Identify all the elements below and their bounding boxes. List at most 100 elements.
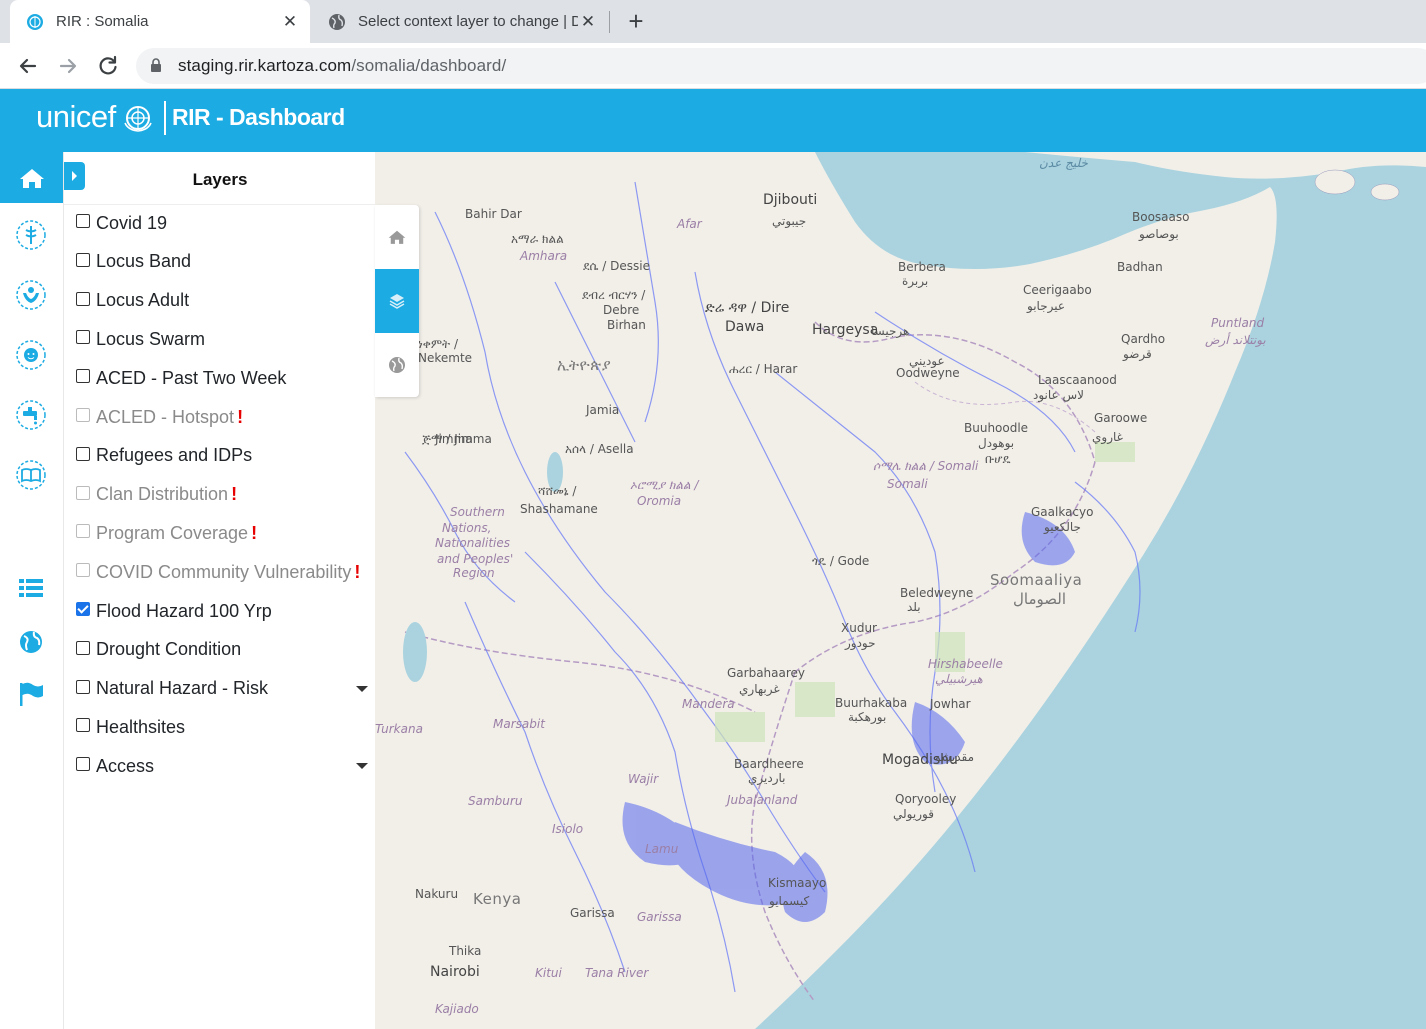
map-place-label: ኦሮሚያ ክልል / bbox=[630, 478, 699, 492]
map-place-label: Somali bbox=[887, 477, 928, 491]
map-place-label: عوديني bbox=[909, 354, 945, 368]
layer-checkbox[interactable] bbox=[76, 757, 90, 772]
layer-label: Locus Swarm bbox=[96, 328, 206, 349]
layer-label: ACED - Past Two Week bbox=[96, 367, 287, 388]
browser-tab-context-layer[interactable]: Select context layer to change | D ✕ bbox=[312, 0, 608, 43]
caret-down-icon[interactable] bbox=[356, 763, 368, 770]
map-place-label: Wajir bbox=[628, 772, 659, 786]
back-arrow-icon[interactable] bbox=[14, 52, 42, 80]
layer-item[interactable]: Refugees and IDPs bbox=[76, 442, 368, 470]
layer-checkbox bbox=[76, 524, 90, 539]
layer-item: Program Coverage! bbox=[76, 519, 368, 547]
child-protection-icon[interactable] bbox=[15, 279, 47, 311]
map-place-label: Qoryooley bbox=[895, 792, 957, 806]
map-place-label: Nairobi bbox=[430, 964, 480, 980]
map-place-label: Marsabit bbox=[493, 717, 545, 731]
layer-item[interactable]: Flood Hazard 100 Yrp bbox=[76, 597, 368, 625]
map-place-label: Hirshabeelle bbox=[928, 657, 1003, 671]
water-tap-icon[interactable] bbox=[15, 399, 47, 431]
warning-icon: ! bbox=[237, 406, 244, 427]
layer-item[interactable]: ACED - Past Two Week bbox=[76, 364, 368, 392]
health-icon[interactable] bbox=[15, 219, 47, 251]
map-place-label: Nations, bbox=[442, 521, 492, 535]
forward-arrow-icon[interactable] bbox=[54, 52, 82, 80]
layer-item[interactable]: Access bbox=[76, 752, 368, 780]
browser-tab-rir-somalia[interactable]: RIR : Somalia ✕ bbox=[10, 0, 310, 43]
map-place-label: Boosaaso bbox=[1132, 210, 1190, 224]
map-place-label: ድሬ ዳዋ / Dire bbox=[705, 300, 790, 316]
map-place-label: بارديري bbox=[748, 771, 786, 785]
globe-icon[interactable] bbox=[15, 626, 47, 658]
globe-favicon-icon bbox=[329, 13, 345, 30]
map-place-label: Djibouti bbox=[763, 192, 818, 208]
layer-checkbox[interactable] bbox=[76, 252, 90, 267]
layer-checkbox[interactable] bbox=[76, 602, 90, 616]
map-place-label: Puntland bbox=[1211, 316, 1265, 330]
map-place-label: غربهاري bbox=[739, 682, 780, 696]
layer-checkbox[interactable] bbox=[76, 214, 90, 228]
map-place-label: Thika bbox=[449, 944, 482, 958]
tab-close-icon[interactable]: ✕ bbox=[578, 12, 598, 32]
map-place-label: Kismaayo bbox=[768, 876, 827, 890]
map-place-label: Soomaaliya bbox=[990, 571, 1083, 589]
layer-item[interactable]: Locus Band bbox=[76, 248, 368, 276]
layer-label: Locus Band bbox=[96, 251, 192, 272]
education-book-icon[interactable] bbox=[15, 459, 47, 491]
island bbox=[1370, 183, 1400, 201]
park-area bbox=[795, 682, 835, 717]
layer-checkbox[interactable] bbox=[76, 718, 90, 733]
map-place-label: Garissa bbox=[570, 906, 615, 920]
unicef-logo-text: unicef bbox=[36, 99, 116, 134]
flag-icon[interactable] bbox=[15, 678, 47, 710]
map-home-button[interactable] bbox=[375, 205, 419, 269]
layer-item: Clan Distribution! bbox=[76, 481, 368, 509]
map-place-label: Buuhoodle bbox=[964, 421, 1029, 435]
layer-checkbox[interactable] bbox=[76, 330, 90, 345]
map-view[interactable]: Djibouti جيبوتي خليج عدن Boosaaso بوصاصو Berb… bbox=[375, 152, 1426, 1029]
layer-item[interactable]: Healthsites bbox=[76, 713, 368, 741]
map-place-label: لاس عانود bbox=[1033, 388, 1085, 402]
panel-divider bbox=[64, 204, 376, 205]
map-place-label: አማራ ክልል bbox=[511, 232, 564, 246]
map-place-label: Berbera bbox=[898, 260, 946, 274]
caret-down-icon[interactable] bbox=[356, 685, 368, 692]
lake bbox=[403, 622, 427, 682]
map-tools bbox=[375, 205, 419, 397]
map-place-label: حودور bbox=[845, 636, 876, 650]
island bbox=[1314, 169, 1356, 195]
layers-icon bbox=[389, 294, 405, 309]
globe-icon bbox=[389, 357, 405, 373]
map-place-label: غاروي bbox=[1092, 430, 1123, 444]
rail-home-button[interactable] bbox=[0, 152, 63, 203]
layer-item[interactable]: Covid 19 bbox=[76, 209, 368, 237]
map-place-label: جالكعيو bbox=[1044, 520, 1081, 534]
list-icon[interactable] bbox=[15, 572, 47, 604]
layer-item[interactable]: Drought Condition bbox=[76, 636, 368, 664]
url-omnibox[interactable]: staging.rir.kartoza.com/somalia/dashboar… bbox=[136, 48, 1426, 84]
tab-close-icon[interactable]: ✕ bbox=[280, 12, 300, 32]
app-header: unicef RIR - Dashboard bbox=[0, 89, 1426, 152]
browser-tab-bar: RIR : Somalia ✕ Select context layer to … bbox=[0, 0, 1426, 43]
map-place-label: Jowhar bbox=[930, 697, 971, 711]
layer-checkbox[interactable] bbox=[76, 640, 90, 655]
map-globe-button[interactable] bbox=[375, 333, 419, 397]
layer-item[interactable]: Natural Hazard - Risk bbox=[76, 675, 368, 703]
layer-checkbox[interactable] bbox=[76, 679, 90, 694]
map-place-label: Debre bbox=[603, 303, 640, 317]
layer-checkbox[interactable] bbox=[76, 291, 90, 306]
map-place-label: Oromia bbox=[637, 494, 682, 508]
layer-checkbox[interactable] bbox=[76, 446, 90, 461]
new-tab-plus-icon[interactable]: + bbox=[620, 5, 652, 37]
map-layers-button[interactable] bbox=[375, 269, 419, 333]
map-place-label: Nakuru bbox=[415, 887, 459, 901]
child-face-icon[interactable] bbox=[15, 339, 47, 371]
map-place-label: قوريولي bbox=[893, 807, 934, 821]
layer-item[interactable]: Locus Swarm bbox=[76, 325, 368, 353]
map-place-label: Garbahaarey bbox=[727, 666, 806, 680]
layer-checkbox[interactable] bbox=[76, 369, 90, 384]
layer-item[interactable]: Locus Adult bbox=[76, 287, 368, 315]
layer-item: ACLED - Hotspot! bbox=[76, 403, 368, 431]
header-divider bbox=[164, 101, 166, 135]
reload-icon[interactable] bbox=[94, 52, 122, 80]
map-place-label: هيرشبيلي bbox=[935, 672, 983, 686]
